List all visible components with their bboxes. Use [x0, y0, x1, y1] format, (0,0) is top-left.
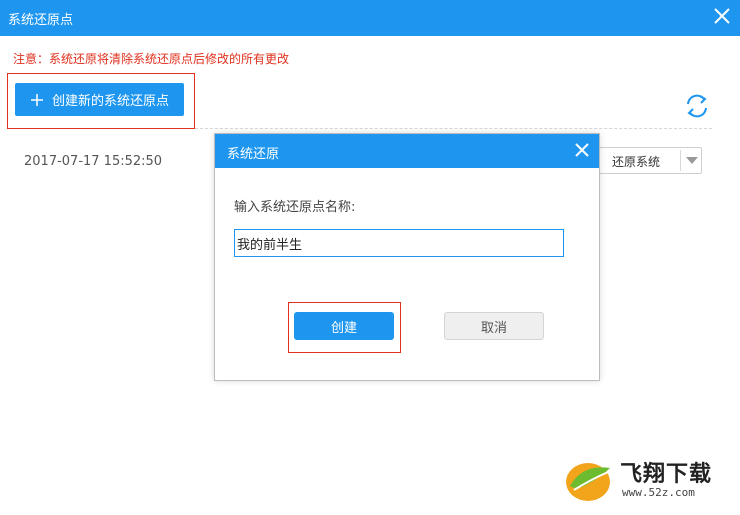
watermark-logo: 飞翔下载 www.52z.com: [562, 452, 734, 508]
window-title: 系统还原点: [8, 13, 74, 28]
dialog-titlebar: 系统还原: [215, 134, 599, 168]
create-button[interactable]: 创建: [294, 312, 394, 340]
close-icon[interactable]: [712, 6, 732, 26]
plus-icon: [30, 93, 43, 106]
close-icon[interactable]: [573, 141, 591, 159]
dialog-title: 系统还原: [227, 147, 280, 162]
watermark-url: www.52z.com: [622, 486, 695, 499]
chevron-down-icon[interactable]: [686, 157, 698, 164]
divider: [195, 128, 712, 129]
refresh-icon[interactable]: [683, 92, 711, 120]
system-restore-dialog: 系统还原 输入系统还原点名称: 创建 取消: [214, 133, 600, 381]
restore-point-time: 2017-07-17 15:52:50: [24, 154, 163, 169]
watermark-brand: 飞翔下载: [620, 462, 713, 487]
restore-system-dropdown[interactable]: 还原系统: [599, 147, 702, 174]
cancel-button[interactable]: 取消: [444, 312, 544, 340]
window-titlebar: 系统还原点: [0, 0, 740, 36]
warning-notice: 注意：系统还原将清除系统还原点后修改的所有更改: [13, 52, 290, 66]
restore-system-label: 还原系统: [612, 155, 661, 169]
dropdown-separator: [680, 150, 681, 171]
leaf-logo-icon: [566, 463, 610, 501]
restore-point-name-input[interactable]: [234, 229, 564, 257]
restore-point-name-label: 输入系统还原点名称:: [234, 200, 356, 215]
create-restore-point-label: 创建新的系统还原点: [51, 94, 169, 109]
create-restore-point-button[interactable]: 创建新的系统还原点: [15, 83, 184, 116]
